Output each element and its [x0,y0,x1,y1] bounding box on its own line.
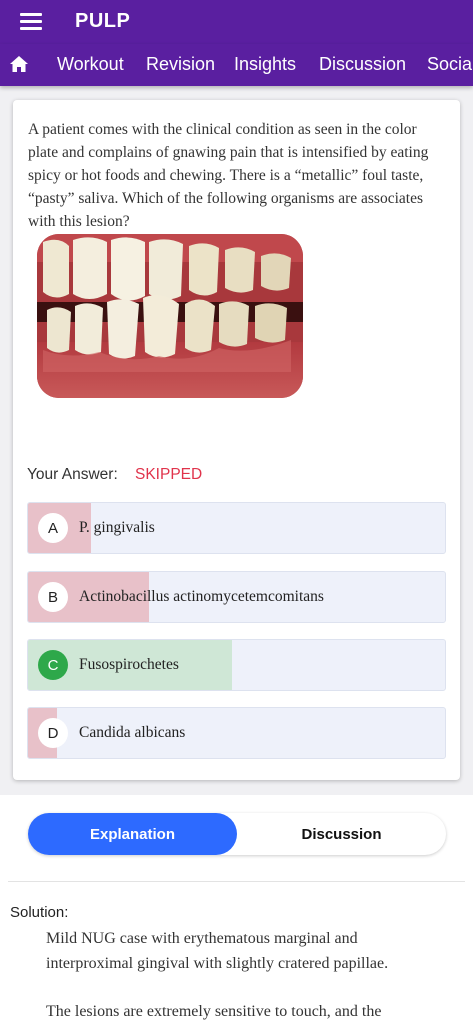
clinical-photo [29,232,305,400]
app-title: PULP [75,10,131,32]
tab-social[interactable]: Social [427,54,473,75]
option-text: P. gingivalis [79,519,155,536]
option-letter: A [38,513,68,543]
tab-workout[interactable]: Workout [57,54,124,75]
explanation-tab[interactable]: Explanation [28,813,237,855]
option-c[interactable]: C Fusospirochetes [27,639,446,691]
option-letter: B [38,582,68,612]
option-letter: C [38,650,68,680]
option-b[interactable]: B Actinobacillus actinomycetemcomitans [27,571,446,623]
answer-status: SKIPPED [135,466,203,483]
option-text: Candida albicans [79,724,186,741]
your-answer-label: Your Answer: [27,466,118,483]
option-text: Fusospirochetes [79,656,179,673]
option-d[interactable]: D Candida albicans [27,707,446,759]
solution-paragraph: The lesions are extremely sensitive to t… [46,1003,382,1020]
home-icon[interactable] [9,55,29,73]
menu-icon[interactable] [20,13,42,30]
option-letter: D [38,718,68,748]
app-bar: PULP [0,0,473,44]
tab-revision[interactable]: Revision [146,54,215,75]
question-card: A patient comes with the clinical condit… [13,100,460,780]
solution-panel: Explanation Discussion Solution: Mild NU… [0,795,473,1024]
question-text: A patient comes with the clinical condit… [28,121,429,230]
tab-discussion[interactable]: Discussion [319,54,406,75]
solution-label: Solution: [10,904,69,921]
option-text: Actinobacillus actinomycetemcomitans [79,588,324,605]
tab-insights[interactable]: Insights [234,54,296,75]
tab-bar: Workout Revision Insights Discussion Soc… [0,44,473,86]
view-toggle: Explanation Discussion [28,813,446,855]
divider [8,881,465,882]
solution-paragraph: Mild NUG case with erythematous marginal… [46,930,389,972]
discussion-tab[interactable]: Discussion [237,813,446,855]
option-a[interactable]: A P. gingivalis [27,502,446,554]
